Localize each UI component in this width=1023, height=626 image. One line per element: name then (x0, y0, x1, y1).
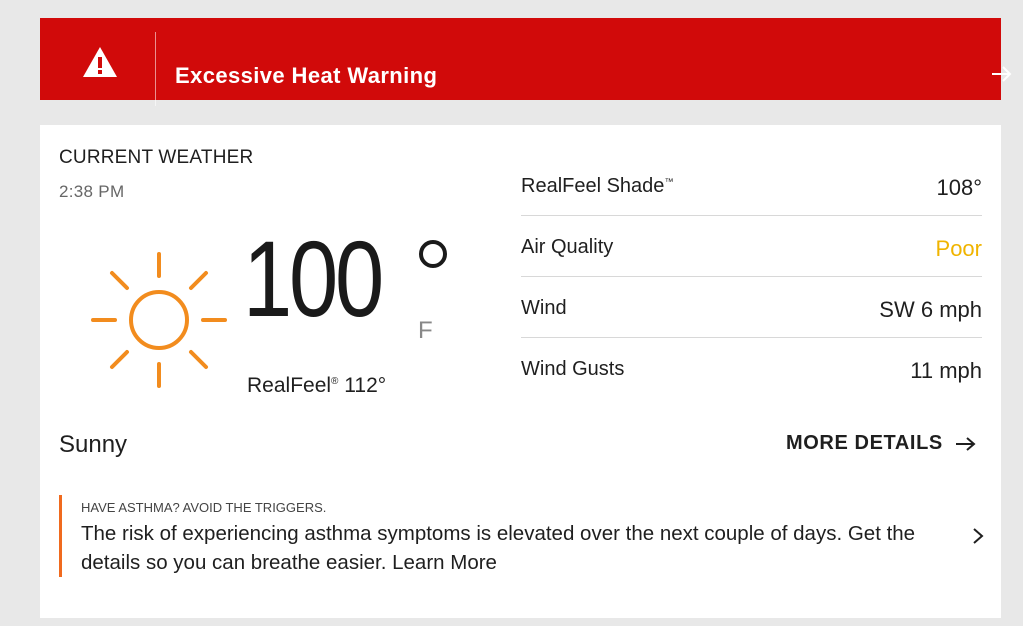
detail-row-air-quality: Air Quality Poor (521, 216, 982, 277)
detail-label: RealFeel Shade™ (521, 175, 674, 197)
promo-text: The risk of experiencing asthma symptoms… (81, 522, 916, 574)
detail-label: Wind Gusts (521, 358, 625, 380)
detail-label: Air Quality (521, 236, 614, 258)
realfeel-value: 112° (344, 374, 387, 397)
realfeel-label: RealFeel (247, 374, 332, 397)
warning-icon (83, 47, 117, 77)
degree-symbol (419, 240, 447, 268)
chevron-right-icon[interactable] (972, 527, 984, 545)
arrow-right-icon (955, 436, 976, 451)
weather-condition: Sunny (59, 431, 128, 458)
detail-value: 108° (936, 175, 982, 200)
more-details-label: MORE DETAILS (786, 432, 943, 454)
current-weather-card: CURRENT WEATHER 2:38 PM 100 F RealFeel® … (40, 125, 1001, 618)
sun-icon (91, 252, 227, 388)
alert-divider (155, 32, 156, 106)
detail-row-realfeel-shade: RealFeel Shade™ 108° (521, 155, 982, 216)
alert-title: Excessive Heat Warning (175, 63, 438, 88)
arrow-right-icon[interactable] (990, 64, 1014, 84)
temperature-unit: F (418, 317, 433, 344)
realfeel: RealFeel® 112° (247, 374, 386, 398)
realfeel-mark: ® (331, 376, 339, 387)
detail-row-wind-gusts: Wind Gusts 11 mph (521, 338, 982, 399)
promo-kicker: HAVE ASTHMA? AVOID THE TRIGGERS. (81, 500, 327, 515)
detail-value: SW 6 mph (879, 297, 982, 322)
heat-warning-banner[interactable]: Excessive Heat Warning (40, 18, 1012, 106)
more-details-link[interactable]: MORE DETAILS (786, 432, 977, 455)
details-list: RealFeel Shade™ 108° Air Quality Poor Wi… (521, 155, 982, 399)
observation-time: 2:38 PM (59, 182, 125, 201)
section-title: CURRENT WEATHER (59, 147, 254, 168)
detail-label: Wind (521, 297, 567, 319)
detail-value: Poor (935, 236, 982, 261)
current-temperature: 100 (243, 218, 384, 339)
detail-value: 11 mph (910, 358, 982, 383)
detail-row-wind: Wind SW 6 mph (521, 277, 982, 338)
asthma-promo[interactable]: HAVE ASTHMA? AVOID THE TRIGGERS. The ris… (59, 495, 984, 577)
